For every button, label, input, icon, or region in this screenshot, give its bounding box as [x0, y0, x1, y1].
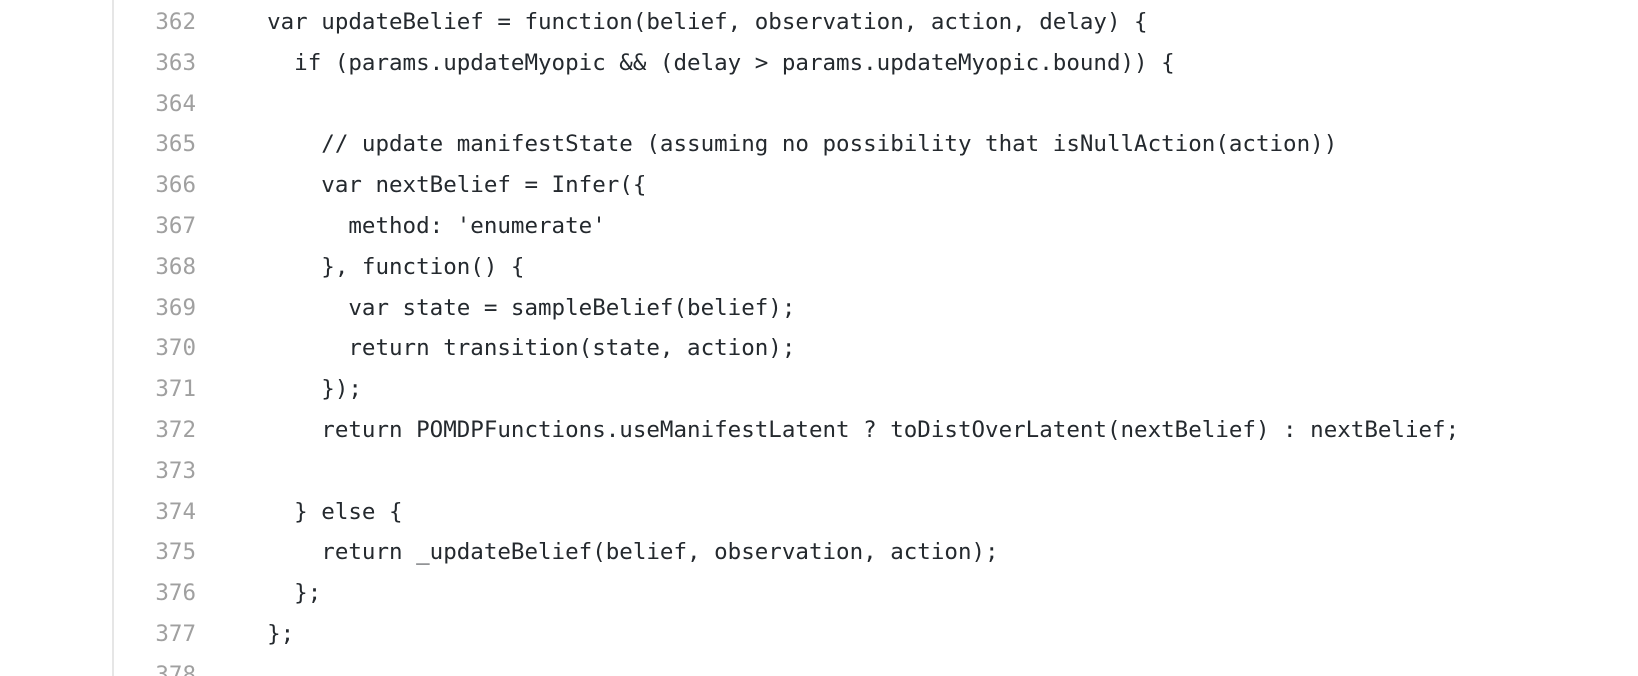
line-number[interactable]: 375	[114, 532, 196, 573]
code-line: 374 } else {	[0, 492, 1638, 533]
line-number[interactable]: 376	[114, 573, 196, 614]
code-viewer: 362 var updateBelief = function(belief, …	[0, 0, 1638, 676]
line-number[interactable]: 363	[114, 43, 196, 84]
line-number[interactable]: 362	[114, 2, 196, 43]
line-number[interactable]: 367	[114, 206, 196, 247]
code-line: 369 var state = sampleBelief(belief);	[0, 288, 1638, 329]
code-line: 372 return POMDPFunctions.useManifestLat…	[0, 410, 1638, 451]
code-line: 363 if (params.updateMyopic && (delay > …	[0, 43, 1638, 84]
line-code: // update manifestState (assuming no pos…	[240, 131, 1338, 158]
line-number[interactable]: 366	[114, 165, 196, 206]
line-number[interactable]: 369	[114, 288, 196, 329]
code-line: 376 };	[0, 573, 1638, 614]
code-line: 378	[0, 655, 1638, 676]
line-number[interactable]: 370	[114, 328, 196, 369]
line-code: } else {	[240, 498, 403, 525]
code-line: 366 var nextBelief = Infer({	[0, 165, 1638, 206]
line-code: if (params.updateMyopic && (delay > para…	[240, 49, 1175, 76]
line-code: return POMDPFunctions.useManifestLatent …	[240, 416, 1460, 443]
line-code: var nextBelief = Infer({	[240, 172, 647, 199]
line-code: return _updateBelief(belief, observation…	[240, 539, 999, 566]
line-code: var state = sampleBelief(belief);	[240, 294, 796, 321]
line-code: });	[240, 376, 362, 403]
line-number[interactable]: 374	[114, 492, 196, 533]
code-line: 373	[0, 451, 1638, 492]
code-line: 367 method: 'enumerate'	[0, 206, 1638, 247]
code-line: 370 return transition(state, action);	[0, 328, 1638, 369]
line-number[interactable]: 378	[114, 655, 196, 676]
code-line: 371 });	[0, 369, 1638, 410]
line-number[interactable]: 368	[114, 247, 196, 288]
code-line: 377 };	[0, 614, 1638, 655]
line-number[interactable]: 377	[114, 614, 196, 655]
line-number[interactable]: 365	[114, 124, 196, 165]
line-code: var updateBelief = function(belief, obse…	[240, 9, 1148, 35]
code-line: 365 // update manifestState (assuming no…	[0, 124, 1638, 165]
line-code: method: 'enumerate'	[240, 212, 606, 239]
line-code: }, function() {	[240, 253, 525, 280]
code-line: 368 }, function() {	[0, 247, 1638, 288]
line-number[interactable]: 371	[114, 369, 196, 410]
code-line: 375 return _updateBelief(belief, observa…	[0, 532, 1638, 573]
line-code: };	[240, 620, 295, 647]
line-code: };	[240, 580, 322, 607]
line-number[interactable]: 372	[114, 410, 196, 451]
line-number[interactable]: 373	[114, 451, 196, 492]
code-lines: 362 var updateBelief = function(belief, …	[0, 2, 1638, 676]
code-line: 364	[0, 84, 1638, 125]
line-code: return transition(state, action);	[240, 335, 796, 362]
line-number[interactable]: 364	[114, 84, 196, 125]
code-line: 362 var updateBelief = function(belief, …	[0, 2, 1638, 43]
